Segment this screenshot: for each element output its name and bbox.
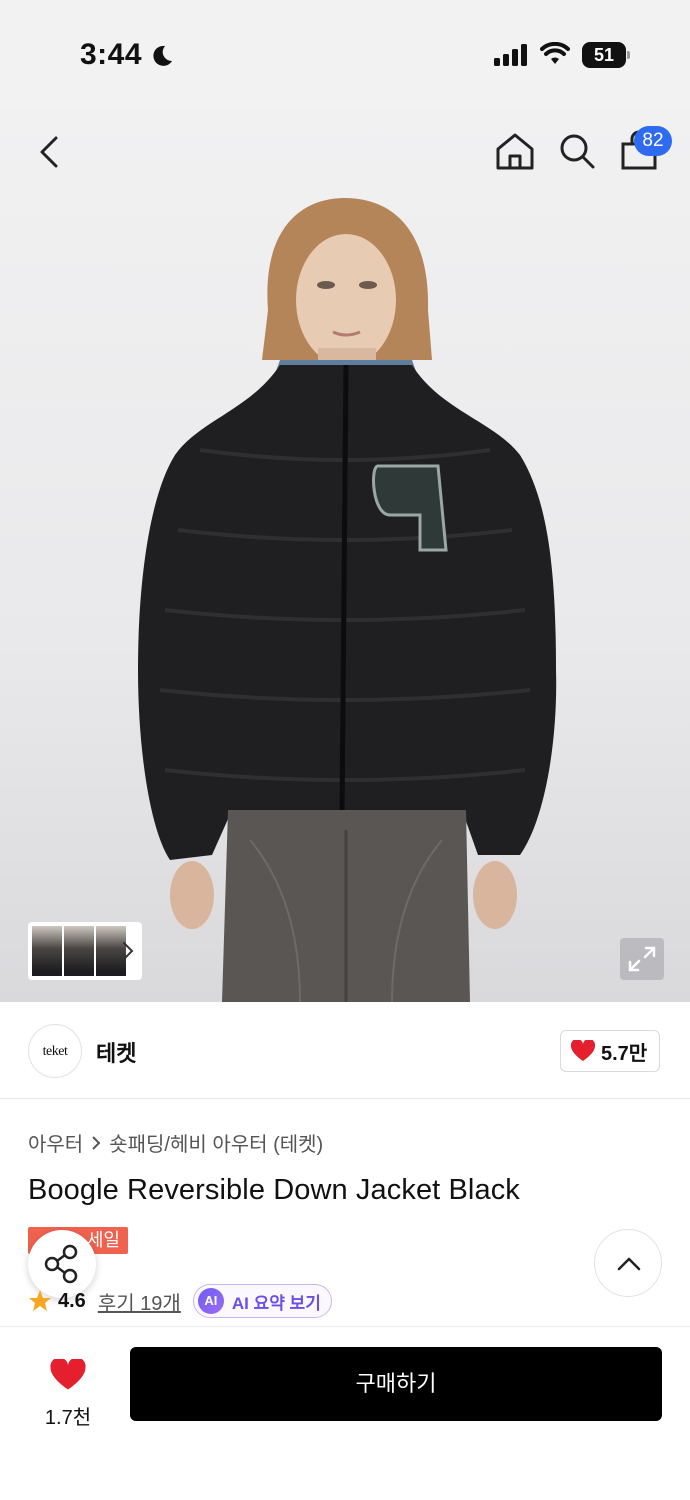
brand-logo[interactable]: teket (28, 1024, 82, 1078)
brand-name[interactable]: 테켓 (96, 1036, 136, 1068)
chevron-up-icon (617, 1257, 641, 1271)
wishlist-count: 1.7천 (44, 1407, 92, 1429)
back-arrow-icon (40, 136, 58, 168)
rating-value: 4.6 (58, 1289, 86, 1312)
wifi-icon (540, 42, 570, 64)
star-icon (29, 1290, 51, 1311)
thumbnail-2[interactable] (64, 926, 94, 976)
ai-summary-label: AI 요약 보기 (231, 1293, 321, 1313)
brand-like-button[interactable]: 5.7만 (560, 1030, 661, 1072)
product-image[interactable] (0, 110, 690, 1002)
ai-icon: AI (197, 1288, 224, 1314)
heart-icon (50, 1359, 86, 1390)
bottom-action-bar: 1.7천 구매하기 (0, 1326, 690, 1500)
moon-icon (153, 45, 172, 66)
thumbnail-strip[interactable] (28, 922, 142, 980)
brand-like-count: 5.7만 (601, 1042, 648, 1065)
chevron-right-icon (92, 1135, 101, 1150)
buy-button[interactable]: 구매하기 (130, 1347, 662, 1421)
expand-icon (628, 946, 656, 972)
search-button[interactable] (556, 130, 598, 172)
ai-summary-button[interactable]: AI AI 요약 보기 (192, 1284, 332, 1318)
heart-icon (571, 1040, 595, 1061)
thumbnail-1[interactable] (32, 926, 62, 976)
scroll-to-top-button[interactable] (594, 1229, 662, 1297)
battery-icon: 51 (582, 42, 630, 68)
product-title: Boogle Reversible Down Jacket Black (28, 1174, 520, 1206)
breadcrumb-subcategory[interactable]: 숏패딩/헤비 아우터 (테켓) (109, 1128, 323, 1157)
search-icon (560, 134, 595, 169)
product-photo (138, 198, 557, 1002)
battery-level: 51 (593, 45, 615, 65)
brand-row[interactable]: teket 테켓 5.7만 (0, 1002, 690, 1099)
battery-tip (627, 51, 630, 59)
breadcrumb: 아우터 숏패딩/헤비 아우터 (테켓) (28, 1128, 323, 1157)
home-button[interactable] (494, 130, 536, 172)
chevron-right-icon (123, 942, 134, 960)
wishlist-button[interactable]: 1.7천 (28, 1349, 108, 1429)
expand-image-button[interactable] (620, 938, 664, 980)
review-count-link[interactable]: 후기 19개 (98, 1287, 181, 1316)
home-icon (496, 133, 534, 170)
breadcrumb-category[interactable]: 아우터 (28, 1128, 83, 1157)
cart-count-badge: 82 (634, 126, 672, 156)
rating-row: 4.6 후기 19개 AI AI 요약 보기 (28, 1284, 332, 1318)
status-time: 3:44 (80, 38, 143, 71)
status-bar: 3:44 51 (0, 0, 690, 110)
back-button[interactable] (28, 130, 72, 174)
signal-icon (494, 44, 527, 66)
